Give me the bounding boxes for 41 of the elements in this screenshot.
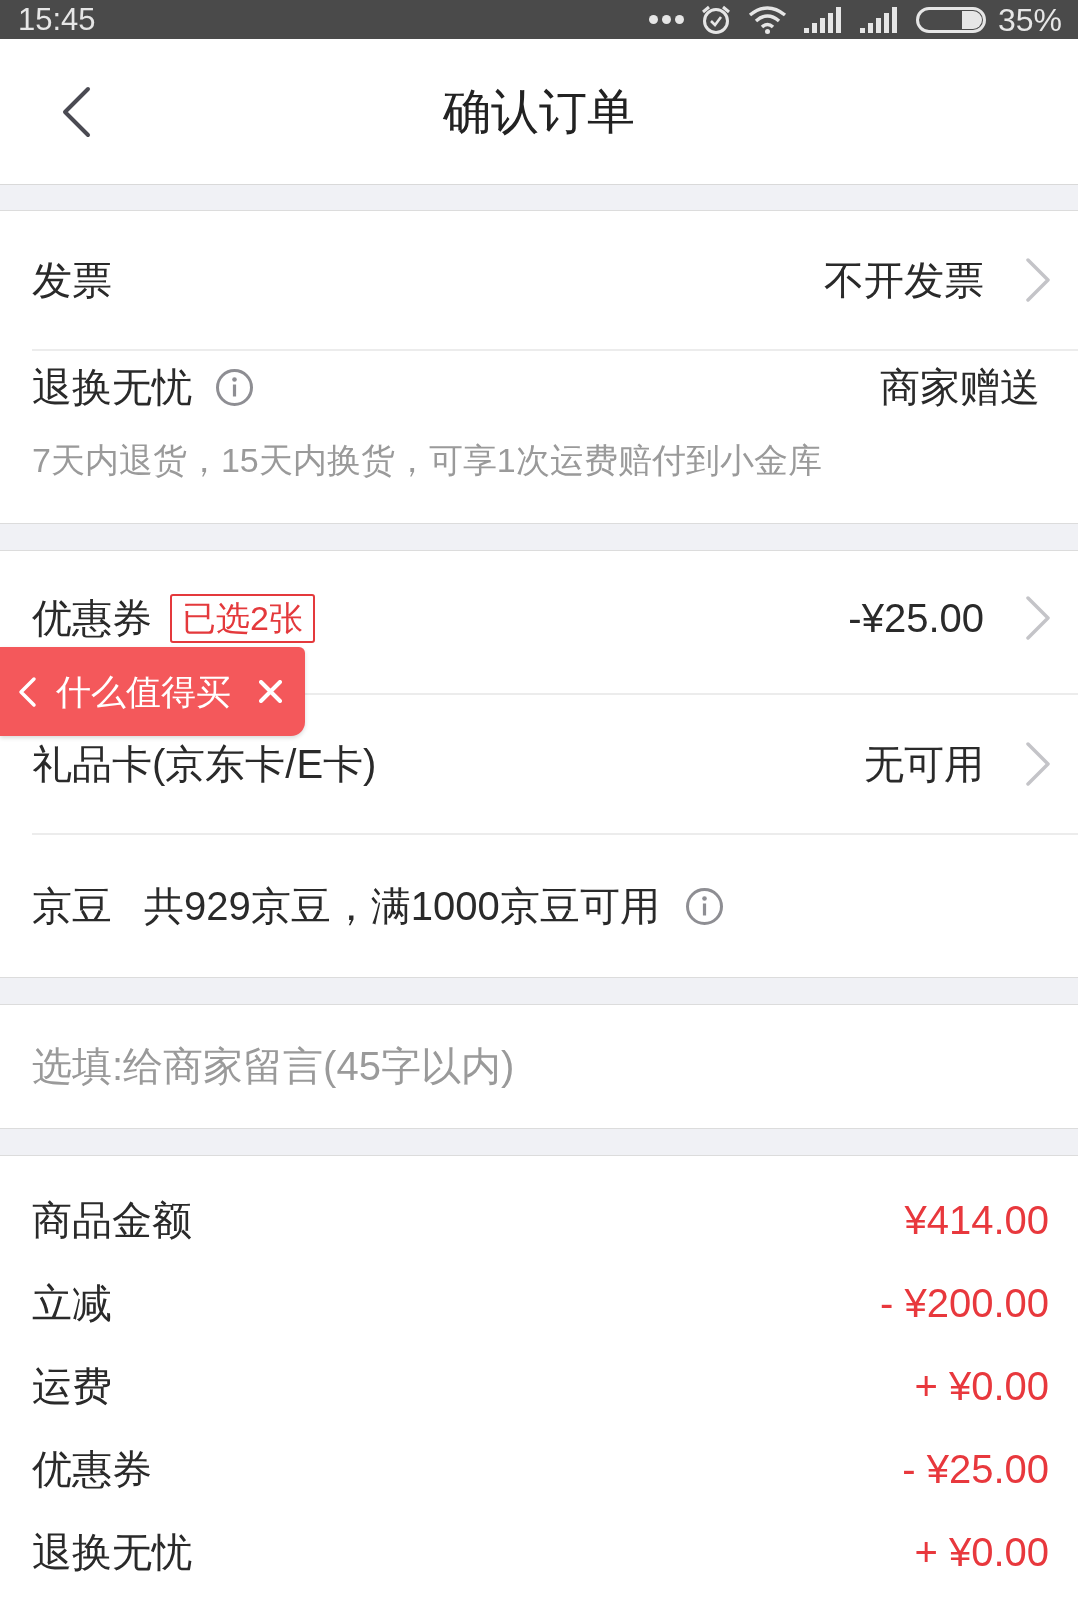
- summary-label: 退换无忧: [32, 1528, 192, 1576]
- row-label: 优惠券: [32, 595, 152, 642]
- message-field[interactable]: 选填:给商家留言(45字以内): [0, 1004, 1078, 1129]
- info-icon[interactable]: [216, 368, 253, 406]
- chevron-right-icon[interactable]: [1026, 258, 1050, 302]
- more-dots-icon: [648, 15, 684, 24]
- row-value: 无可用: [864, 741, 984, 788]
- page-title: 确认订单: [443, 83, 635, 140]
- row-label: 发票: [32, 257, 112, 304]
- row-label: 京豆: [32, 883, 112, 930]
- row-value: 商家赠送: [880, 364, 1040, 411]
- summary-label: 运费: [32, 1362, 112, 1410]
- signal-icon: [803, 6, 843, 33]
- status-time: 15:45: [18, 1, 96, 38]
- summary-label: 优惠券: [32, 1445, 152, 1493]
- return-policy-note: 7天内退货，15天内换货，可享1次运费赔付到小金库: [32, 440, 823, 481]
- selected-count-tag: 已选2张: [170, 593, 315, 643]
- row-label: 退换无忧: [32, 364, 192, 411]
- close-icon[interactable]: [259, 680, 282, 703]
- summary-label: 商品金额: [32, 1196, 192, 1244]
- row-value: -¥25.00: [848, 595, 984, 642]
- wifi-icon: [747, 5, 787, 34]
- summary-amount: - ¥25.00: [902, 1445, 1049, 1493]
- chevron-right-icon[interactable]: [1026, 596, 1050, 640]
- summary-amount: ¥414.00: [904, 1196, 1049, 1244]
- chevron-left-icon[interactable]: [18, 675, 37, 708]
- battery-icon: [915, 6, 986, 33]
- row-label: 礼品卡(京东卡/E卡): [32, 741, 377, 788]
- summary-amount: + ¥0.00: [914, 1528, 1049, 1576]
- beans-detail: 共929京豆，满1000京豆可用: [144, 883, 660, 930]
- row-value: 不开发票: [824, 257, 984, 304]
- signal-icon: [859, 6, 899, 33]
- back-icon[interactable]: [61, 85, 91, 138]
- alarm-clock-icon: [700, 4, 731, 35]
- summary-amount: - ¥200.00: [879, 1279, 1049, 1327]
- summary-label: 立减: [32, 1279, 112, 1327]
- floating-tab-label[interactable]: 什么值得买: [56, 671, 231, 712]
- info-icon[interactable]: [685, 887, 723, 925]
- summary-amount: + ¥0.00: [914, 1362, 1049, 1410]
- chevron-right-icon[interactable]: [1026, 742, 1050, 786]
- battery-percent: 35%: [997, 1, 1062, 38]
